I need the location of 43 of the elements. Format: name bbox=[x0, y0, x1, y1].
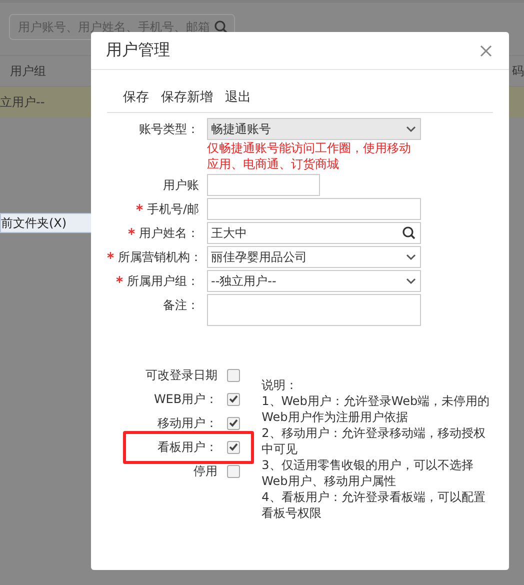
note-text: 说明： bbox=[262, 377, 299, 393]
checkbox-label: 可改登录日期 bbox=[146, 366, 218, 384]
caret-icon bbox=[406, 253, 416, 261]
toolbar-button[interactable]: 保存 bbox=[123, 88, 149, 106]
note-text: 4、看板用户：允许登录看板端，可以配置看板号权限 bbox=[262, 489, 486, 521]
checkbox-label: 移动用户： bbox=[158, 414, 218, 432]
checkbox[interactable] bbox=[226, 416, 240, 430]
caret-icon bbox=[406, 277, 416, 285]
dropdown[interactable]: 丽佳孕婴用品公司 bbox=[207, 246, 421, 268]
hint-text: 仅畅捷通账号能访问工作圈，使用移动应用、电商通、订货商城 bbox=[207, 140, 412, 172]
checkbox[interactable] bbox=[226, 440, 240, 454]
note-text: 3、仅适用零售收银的用户，可以不选择Web用户、移动用户属性 bbox=[262, 457, 474, 489]
input-field[interactable] bbox=[207, 198, 421, 220]
field-label: 所属营销机构： bbox=[118, 250, 202, 264]
checkbox-label: 看板用户： bbox=[158, 438, 218, 456]
field-label: 用户账 bbox=[163, 178, 199, 192]
dropdown[interactable]: --独立用户-- bbox=[207, 270, 421, 292]
search-icon bbox=[402, 226, 416, 240]
input-field[interactable] bbox=[207, 174, 320, 196]
search-icon bbox=[214, 20, 228, 34]
note-text: 2、移动用户：允许登录移动端，移动授权中可见 bbox=[262, 425, 486, 457]
field-label: 备注： bbox=[163, 298, 199, 312]
text-area[interactable] bbox=[207, 294, 421, 326]
field-label: 所属用户组： bbox=[127, 274, 199, 288]
column-header: 码 bbox=[512, 62, 524, 80]
field-label: 用户姓名： bbox=[139, 226, 199, 240]
caret-icon bbox=[406, 125, 416, 133]
field-label: 账号类型： bbox=[139, 122, 199, 136]
input-field[interactable]: 王大中 bbox=[207, 222, 421, 244]
checkbox-label: 停用 bbox=[194, 462, 218, 480]
checkbox[interactable] bbox=[226, 392, 240, 406]
column-header: 用户组 bbox=[10, 62, 46, 80]
field-label: 手机号/邮 bbox=[146, 202, 199, 216]
close-icon bbox=[480, 44, 492, 56]
note-text: 1、Web用户：允许登录Web端，未停用的Web用户作为注册用户依据 bbox=[262, 393, 491, 425]
table-cell: 立用户-- bbox=[0, 94, 45, 110]
checkbox[interactable] bbox=[226, 368, 240, 382]
toolbar-button[interactable]: 退出 bbox=[225, 88, 251, 106]
menu-item[interactable]: 前文件夹(X) bbox=[1, 214, 67, 232]
checkbox[interactable] bbox=[226, 464, 240, 478]
toolbar-button[interactable]: 保存新增 bbox=[161, 88, 213, 106]
dialog-title: 用户管理 bbox=[106, 40, 170, 61]
checkbox-label: WEB用户： bbox=[154, 390, 218, 408]
